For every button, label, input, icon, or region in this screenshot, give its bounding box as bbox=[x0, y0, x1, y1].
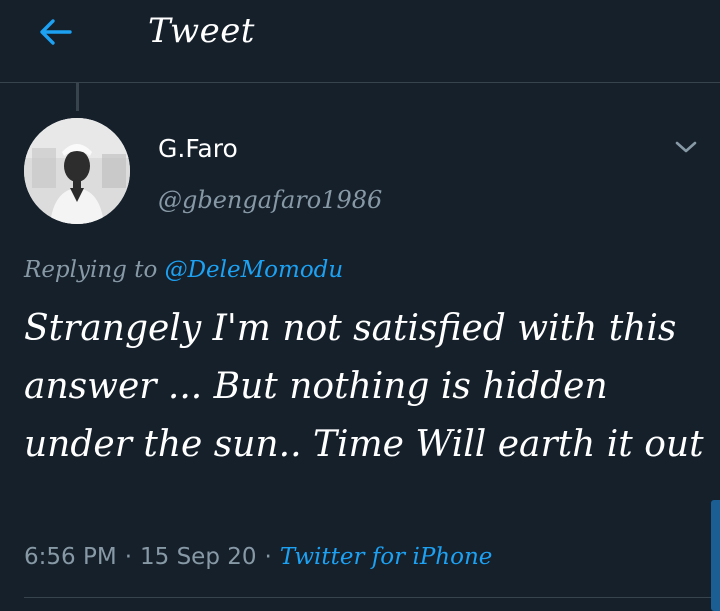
tweet-time: 6:56 PM bbox=[24, 544, 117, 570]
top-app-bar: Tweet bbox=[0, 0, 720, 83]
more-options-button[interactable] bbox=[668, 132, 704, 162]
replying-to-label: Replying to bbox=[24, 257, 158, 283]
tweet-text: Strangely I'm not satisfied with this an… bbox=[24, 308, 704, 465]
thread-connector-line bbox=[76, 83, 79, 111]
separator-dot: · bbox=[264, 544, 272, 570]
arrow-left-icon bbox=[40, 19, 72, 45]
chevron-down-icon bbox=[675, 141, 697, 153]
tweet-date: 15 Sep 20 bbox=[140, 544, 257, 570]
avatar[interactable] bbox=[24, 118, 130, 224]
page-title: Tweet bbox=[148, 11, 255, 51]
author-handle[interactable]: @gbengafaro1986 bbox=[158, 184, 382, 216]
back-button[interactable] bbox=[30, 10, 80, 54]
profile-photo bbox=[24, 118, 130, 224]
separator-dot: · bbox=[124, 544, 132, 570]
tweet-metadata: 6:56 PM · 15 Sep 20 · Twitter for iPhone bbox=[24, 540, 492, 574]
author-display-name[interactable]: G.Faro bbox=[158, 132, 238, 166]
tweet-source-link[interactable]: Twitter for iPhone bbox=[280, 544, 493, 570]
divider bbox=[24, 597, 720, 598]
scrollbar[interactable] bbox=[711, 500, 720, 611]
replying-to-line: Replying to @DeleMomodu bbox=[24, 253, 343, 287]
replying-to-handle-link[interactable]: @DeleMomodu bbox=[165, 257, 344, 283]
